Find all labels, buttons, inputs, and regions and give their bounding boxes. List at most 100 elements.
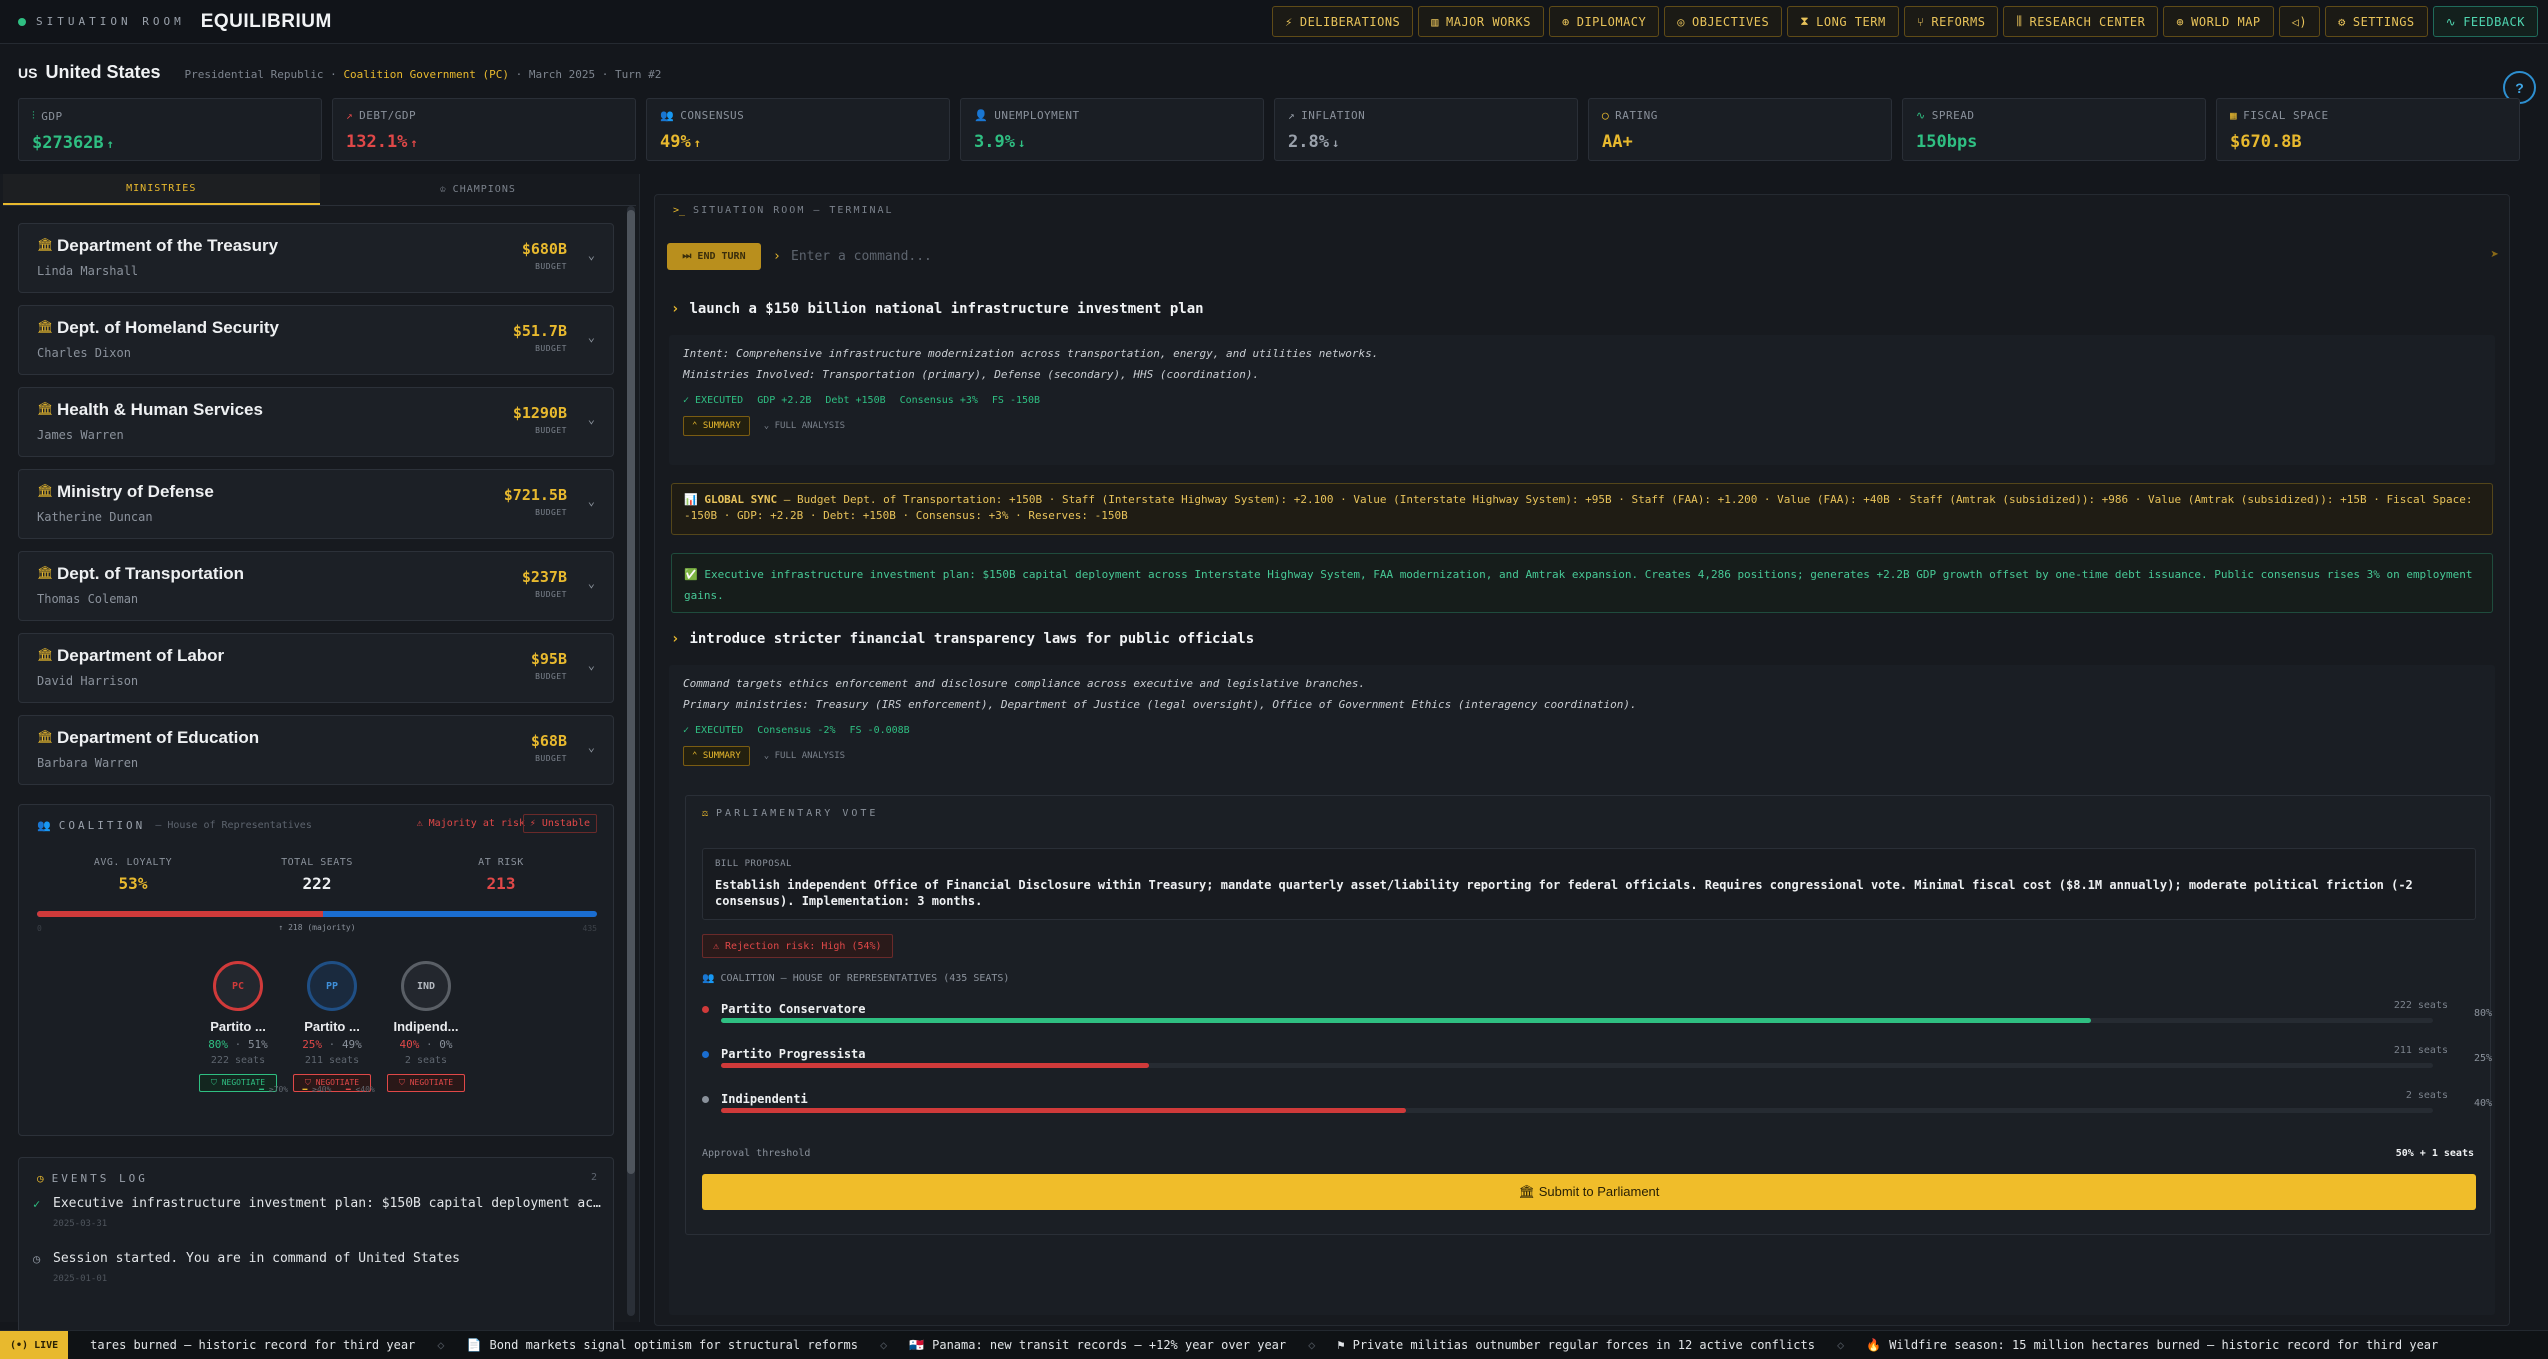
execution-effects-1: ✓ EXECUTED GDP +2.2B Debt +150B Consensu… <box>683 395 2481 406</box>
ministry-card[interactable]: 🏛 Health & Human Services James Warren $129… <box>18 387 614 457</box>
chevron-down-icon[interactable]: ⌄ <box>588 412 595 426</box>
party-loyalty: 25% <box>302 1038 323 1051</box>
nav-reforms-button[interactable]: ⑂ REFORMS <box>1903 6 1999 37</box>
chevron-down-icon[interactable]: ⌄ <box>588 494 595 508</box>
separator-icon: ◇ <box>1308 1338 1316 1352</box>
summary-button[interactable]: ⌃ SUMMARY <box>683 416 750 436</box>
ministry-card[interactable]: 🏛 Department of the Treasury Linda Marshal… <box>18 223 614 293</box>
chevron-down-icon[interactable]: ⌄ <box>588 576 595 590</box>
stat-label: FISCAL SPACE <box>2243 109 2329 122</box>
party-name: Partito ... <box>304 1019 360 1034</box>
nav-settings-button[interactable]: ⚙ SETTINGS <box>2325 6 2428 37</box>
nav-deliberations-button[interactable]: ⚡ DELIBERATIONS <box>1272 6 1414 37</box>
nav-objectives-button[interactable]: ◎ OBJECTIVES <box>1664 6 1783 37</box>
submit-to-parliament-button[interactable]: 🏛 Submit to Parliament <box>702 1174 2476 1210</box>
ministry-name: Ministry of Defense <box>57 482 214 501</box>
fiscal-space-icon: ▦ <box>2230 109 2238 122</box>
government-type: Presidential Republic · <box>184 68 344 81</box>
trend-icon: ↑ <box>693 136 701 150</box>
nav-sound-button[interactable]: ◁) <box>2278 6 2321 37</box>
ministry-card[interactable]: 🏛 Dept. of Homeland Security Charles Dixon… <box>18 305 614 375</box>
avg-loyalty-value: 53% <box>118 874 148 893</box>
nav-major-works-label: MAJOR WORKS <box>1446 14 1531 29</box>
terminal-panel: >_ SITUATION ROOM — TERMINAL ⏭ END TURN ›… <box>654 194 2510 1326</box>
full-analysis-button[interactable]: ⌄ FULL ANALYSIS <box>764 751 845 761</box>
ticker-item[interactable]: ◇ 🇵🇦 Panama: new transit records — +12% ye… <box>880 1338 1286 1352</box>
command-input[interactable] <box>791 243 2091 270</box>
end-turn-button[interactable]: ⏭ END TURN <box>667 243 761 270</box>
tab-ministries[interactable]: MINISTRIES <box>3 174 320 205</box>
stat-value-row: 150bps <box>1916 132 2192 152</box>
stat-card-debt-gdp: ↗ DEBT/GDP 132.1% ↑ <box>332 98 636 161</box>
party-loyalty: 40% <box>399 1038 420 1051</box>
chevron-down-icon[interactable]: ⌄ <box>588 740 595 754</box>
vote-party-name: Partito Conservatore <box>721 1002 866 1016</box>
status-dot-icon <box>18 17 26 26</box>
ticker-item[interactable]: ◇ 🔥 Wildfire season: 15 million hectares b… <box>1837 1338 2438 1352</box>
ministry-card[interactable]: 🏛 Dept. of Transportation Thomas Coleman $2… <box>18 551 614 621</box>
command-response-1: Intent: Comprehensive infrastructure mod… <box>669 335 2495 465</box>
nav-feedback-label: FEEDBACK <box>2463 14 2525 29</box>
loyalty-bar-fill <box>721 1063 1149 1068</box>
response-intent-1: Intent: Comprehensive infrastructure mod… <box>683 347 1379 360</box>
nav-settings-icon: ⚙ <box>2338 14 2346 29</box>
party-seats: 211 seats <box>304 1055 360 1066</box>
ticker-item[interactable]: tares burned — historic record for third… <box>90 1338 415 1352</box>
loyalty-bar <box>721 1063 2433 1068</box>
stat-label-row: 👥 CONSENSUS <box>660 109 936 122</box>
party-seats: 222 seats <box>210 1055 266 1066</box>
stat-label-row: 👤 UNEMPLOYMENT <box>974 109 1250 122</box>
coalition-panel: 👥 COALITION — House of Representatives ⚠ M… <box>18 804 614 1136</box>
trend-icon: ↑ <box>106 137 114 151</box>
ministry-minister: Linda Marshall <box>37 264 139 278</box>
stat-value: 150bps <box>1916 132 1978 152</box>
tab-champions[interactable]: ♔ CHAMPIONS <box>320 174 637 205</box>
ministry-budget: $95B <box>530 650 567 668</box>
ticker-text: Private militias outnumber regular force… <box>1352 1338 1815 1352</box>
news-icon: ⚑ <box>1337 1338 1345 1352</box>
bill-label: BILL PROPOSAL <box>715 859 792 869</box>
party-loyalty-row: 80% · 51% <box>198 1038 278 1051</box>
stat-value-row: $670.8B <box>2230 132 2506 152</box>
nav-sound-icon: ◁) <box>2291 14 2308 29</box>
full-analysis-button[interactable]: ⌄ FULL ANALYSIS <box>764 421 845 431</box>
ministry-name: Dept. of Homeland Security <box>57 318 279 337</box>
nav-research-center-button[interactable]: ⫼ RESEARCH CENTER <box>2003 6 2159 37</box>
ministry-card[interactable]: 🏛 Department of Labor David Harrison $95B BU… <box>18 633 614 703</box>
nav-world-map-button[interactable]: ⊕ WORLD MAP <box>2163 6 2274 37</box>
ministry-card[interactable]: 🏛 Department of Education Barbara Warren $6… <box>18 715 614 785</box>
live-badge: (•) LIVE <box>0 1331 69 1359</box>
nav-long-term-button[interactable]: ⧗ LONG TERM <box>1787 6 1899 37</box>
vote-coalition-title: COALITION — HOUSE OF REPRESENTATIVES (43… <box>720 973 1010 984</box>
ministry-budget-label: BUDGET <box>535 590 567 599</box>
ticker-text: Panama: new transit records — +12% year … <box>932 1338 1287 1352</box>
chevron-down-icon[interactable]: ⌄ <box>588 330 595 344</box>
separator: · <box>228 1038 248 1051</box>
chevron-down-icon[interactable]: ⌄ <box>588 248 595 262</box>
ticker-item[interactable]: ◇ ⚑ Private militias outnumber regular for… <box>1308 1338 1815 1352</box>
events-log: ◷ EVENTS LOG 2 ✓ Executive infrastructure … <box>18 1157 614 1357</box>
stat-card-consensus: 👥 CONSENSUS 49% ↑ <box>646 98 950 161</box>
command-chevron-icon: › <box>671 631 680 647</box>
scrollbar-thumb[interactable] <box>627 210 635 1174</box>
prompt-chevron-icon: › <box>773 249 781 264</box>
news-icon: 🔥 <box>1866 1338 1882 1352</box>
ministry-building-icon: 🏛 <box>37 648 54 663</box>
nav-diplomacy-button[interactable]: ⊕ DIPLOMACY <box>1548 6 1660 37</box>
parliamentary-vote-panel: ⚖ PARLIAMENTARY VOTE BILL PROPOSAL Establ… <box>685 795 2492 1235</box>
trend-icon: ↑ <box>410 136 418 150</box>
summary-button[interactable]: ⌃ SUMMARY <box>683 746 750 766</box>
stat-value-row: 132.1% ↑ <box>346 132 622 152</box>
nav-feedback-button[interactable]: ∿ FEEDBACK <box>2432 6 2538 37</box>
nav-reforms-label: REFORMS <box>1931 14 1986 29</box>
ministry-card[interactable]: 🏛 Ministry of Defense Katherine Duncan $721… <box>18 469 614 539</box>
ministry-building-icon: 🏛 <box>37 238 54 253</box>
send-icon[interactable]: ➤ <box>2491 247 2499 263</box>
ticker-item[interactable]: ◇ 📄 Bond markets signal optimism for struc… <box>437 1338 858 1352</box>
party-loyalty-row: 40% · 0% <box>386 1038 466 1051</box>
stats-bar: ⫶ GDP $27362B ↑ ↗ DEBT/GDP 132.1% ↑ 👥 CONSENSUS 49… <box>18 98 2520 161</box>
ministry-building-icon: 🏛 <box>37 730 54 745</box>
stat-card-gdp: ⫶ GDP $27362B ↑ <box>18 98 322 161</box>
nav-major-works-button[interactable]: ▥ MAJOR WORKS <box>1418 6 1544 37</box>
chevron-down-icon[interactable]: ⌄ <box>588 658 595 672</box>
